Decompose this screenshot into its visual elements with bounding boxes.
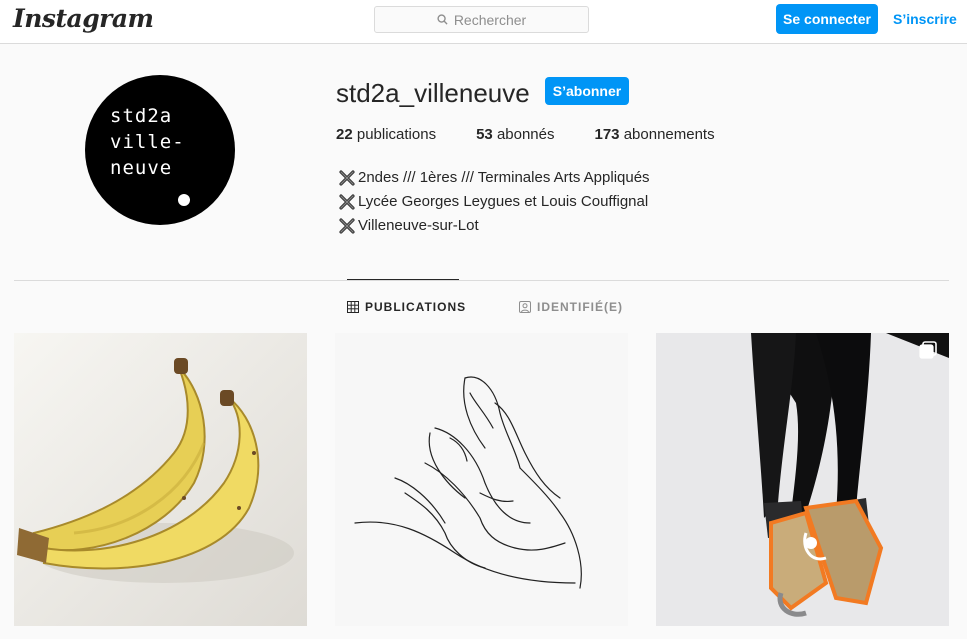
search-placeholder: Rechercher bbox=[453, 11, 527, 28]
stat-followers[interactable]: 53 abonnés bbox=[476, 126, 554, 143]
stat-publications-count: 22 bbox=[336, 126, 353, 143]
follow-button[interactable]: S’abonner bbox=[545, 77, 629, 105]
top-navigation-bar: Instagram Rechercher Se connecter S’insc… bbox=[0, 0, 967, 44]
hand-sketch bbox=[335, 333, 628, 626]
stat-publications: 22 publications bbox=[336, 126, 436, 143]
post-thumbnail[interactable] bbox=[335, 333, 628, 626]
cross-mark-icon bbox=[338, 193, 356, 211]
avatar-dot bbox=[178, 194, 190, 206]
tab-publications[interactable]: PUBLICATIONS bbox=[347, 300, 466, 314]
post-thumbnail[interactable] bbox=[14, 333, 307, 626]
stat-following[interactable]: 173 abonnements bbox=[595, 126, 715, 143]
login-button[interactable]: Se connecter bbox=[776, 4, 878, 34]
stat-following-label: abonnements bbox=[623, 126, 715, 143]
profile-bio: 2ndes /// 1ères /// Terminales Arts Appl… bbox=[338, 166, 650, 238]
bio-line: Villeneuve-sur-Lot bbox=[338, 214, 650, 238]
bananas-drawing bbox=[14, 333, 307, 626]
tabs-divider bbox=[14, 280, 949, 281]
tab-tagged-label: IDENTIFIÉ(E) bbox=[537, 300, 623, 314]
signup-link[interactable]: S’inscrire bbox=[893, 11, 957, 27]
cross-mark-icon bbox=[338, 217, 356, 235]
stat-publications-label: publications bbox=[356, 126, 437, 143]
active-tab-indicator bbox=[347, 279, 459, 280]
bio-text: 2ndes /// 1ères /// Terminales Arts Appl… bbox=[358, 169, 650, 186]
post-thumbnail[interactable] bbox=[656, 333, 949, 626]
profile-avatar[interactable]: std2a ville- neuve bbox=[85, 75, 235, 225]
bio-text: Villeneuve-sur-Lot bbox=[358, 217, 479, 234]
tab-tagged[interactable]: IDENTIFIÉ(E) bbox=[519, 300, 623, 314]
legs-with-cardboard-shoes bbox=[656, 333, 949, 626]
profile-stats: 22 publications 53 abonnés 173 abonnemen… bbox=[336, 126, 755, 143]
grid-icon bbox=[347, 301, 359, 313]
tab-publications-label: PUBLICATIONS bbox=[365, 300, 467, 314]
avatar-logo-text: std2a ville- neuve bbox=[110, 105, 185, 179]
tagged-icon bbox=[519, 301, 531, 313]
bio-line: Lycée Georges Leygues et Louis Couffigna… bbox=[338, 190, 650, 214]
search-input[interactable]: Rechercher bbox=[374, 6, 589, 33]
stat-followers-label: abonnés bbox=[496, 126, 555, 143]
bio-text: Lycée Georges Leygues et Louis Couffigna… bbox=[358, 193, 649, 210]
profile-username: std2a_villeneuve bbox=[336, 78, 530, 108]
cross-mark-icon bbox=[338, 169, 356, 187]
stat-following-count: 173 bbox=[594, 126, 620, 143]
multiple-images-icon bbox=[919, 341, 937, 359]
stat-followers-count: 53 bbox=[476, 126, 493, 143]
search-icon bbox=[437, 14, 448, 25]
instagram-logo[interactable]: Instagram bbox=[13, 4, 154, 33]
bio-line: 2ndes /// 1ères /// Terminales Arts Appl… bbox=[338, 166, 650, 190]
